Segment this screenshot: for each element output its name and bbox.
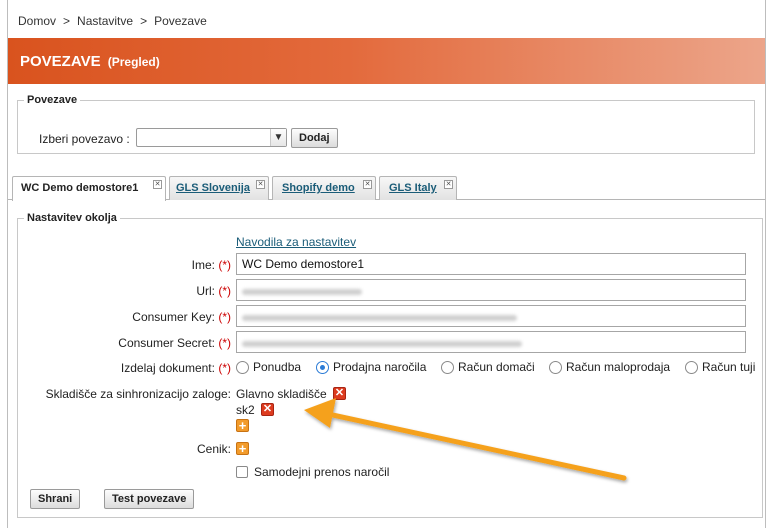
add-connection-panel: Povezave Izberi povezavo : ▼ Dodaj <box>17 94 755 154</box>
radio-label-prodajna-narocila: Prodajna naročila <box>333 360 427 374</box>
breadcrumb-separator: > <box>140 14 148 28</box>
required-marker: (*) <box>218 336 231 350</box>
required-marker: (*) <box>218 258 231 272</box>
document-label-text: Izdelaj dokument: <box>120 361 215 375</box>
auto-transfer-checkbox[interactable] <box>236 466 248 478</box>
radio-racun-tuji[interactable] <box>685 361 698 374</box>
radio-label-racun-domaci: Račun domači <box>458 360 535 374</box>
setup-instructions-link[interactable]: Navodila za nastavitev <box>236 235 356 249</box>
save-button[interactable]: Shrani <box>30 489 81 509</box>
tab-gls-italy[interactable]: GLS Italy ✕ <box>379 176 457 200</box>
name-input-value: WC Demo demostore1 <box>242 257 365 271</box>
radio-racun-domaci[interactable] <box>441 361 454 374</box>
warehouse-item: Glavno skladišče <box>236 387 327 401</box>
radio-label-racun-tuji: Račun tuji <box>702 360 756 374</box>
auto-transfer-label: Samodejni prenos naročil <box>254 465 390 479</box>
url-label-text: Url: <box>196 284 215 298</box>
radio-prodajna-narocila[interactable] <box>316 361 329 374</box>
page-title: POVEZAVE (Pregled) <box>20 53 160 70</box>
warehouse-item: sk2 <box>236 403 255 417</box>
document-label: Izdelaj dokument: (*) <box>121 361 231 375</box>
name-label: Ime: (*) <box>192 258 231 272</box>
tab-gls-slovenija[interactable]: GLS Slovenija ✕ <box>169 176 269 200</box>
page-title-text: POVEZAVE <box>20 53 101 70</box>
connection-tabs: WC Demo demostore1 ✕ GLS Slovenija ✕ Sho… <box>8 176 765 201</box>
add-icon[interactable]: + <box>236 442 249 455</box>
remove-icon[interactable]: ✕ <box>261 403 274 416</box>
consumer-secret-input[interactable] <box>236 331 746 353</box>
add-connection-button[interactable]: Dodaj <box>291 128 338 148</box>
name-input[interactable]: WC Demo demostore1 <box>236 253 746 275</box>
tab-label: GLS Italy <box>389 182 437 194</box>
test-connection-button[interactable]: Test povezave <box>104 489 195 509</box>
tab-label: WC Demo demostore1 <box>21 182 139 194</box>
tab-wc-demo-demostore1[interactable]: WC Demo demostore1 ✕ <box>12 176 166 201</box>
connection-select[interactable]: ▼ <box>136 128 287 147</box>
tab-label: Shopify demo <box>282 182 355 194</box>
consumer-key-input[interactable] <box>236 305 746 327</box>
radio-ponudba[interactable] <box>236 361 249 374</box>
name-label-text: Ime: <box>191 258 215 272</box>
consumer-key-label-text: Consumer Key: <box>132 310 215 324</box>
consumer-secret-label: Consumer Secret: (*) <box>118 336 231 350</box>
remove-icon[interactable]: ✕ <box>333 387 346 400</box>
breadcrumb-current: Povezave <box>154 14 207 28</box>
page-header: POVEZAVE (Pregled) <box>8 38 765 84</box>
warehouse-label: Skladišče za sinhronizacijo zaloge: <box>45 387 231 401</box>
close-icon[interactable]: ✕ <box>363 180 372 189</box>
breadcrumb-settings[interactable]: Nastavitve <box>77 14 133 28</box>
required-marker: (*) <box>218 310 231 324</box>
required-marker: (*) <box>218 361 231 375</box>
consumer-key-label: Consumer Key: (*) <box>132 310 231 324</box>
breadcrumb-separator: > <box>63 14 71 28</box>
chevron-down-icon[interactable]: ▼ <box>270 129 286 146</box>
redacted-value <box>242 289 362 296</box>
radio-label-ponudba: Ponudba <box>253 360 302 374</box>
tab-shopify-demo[interactable]: Shopify demo ✕ <box>272 176 376 200</box>
redacted-value <box>242 315 517 322</box>
pricelist-label: Cenik: <box>196 442 231 456</box>
add-icon[interactable]: + <box>236 419 249 432</box>
radio-racun-maloprodaja[interactable] <box>549 361 562 374</box>
close-icon[interactable]: ✕ <box>444 180 453 189</box>
redacted-value <box>242 341 522 348</box>
select-connection-label: Izberi povezavo : <box>39 132 130 146</box>
tab-label: GLS Slovenija <box>176 182 250 194</box>
url-input[interactable] <box>236 279 746 301</box>
add-connection-legend: Povezave <box>27 94 78 106</box>
breadcrumb: Domov > Nastavitve > Povezave <box>18 14 207 28</box>
page-subtitle: (Pregled) <box>107 55 160 69</box>
environment-settings-legend: Nastavitev okolja <box>27 212 117 224</box>
close-icon[interactable]: ✕ <box>256 180 265 189</box>
url-label: Url: (*) <box>196 284 231 298</box>
breadcrumb-home[interactable]: Domov <box>18 14 56 28</box>
radio-label-racun-maloprodaja: Račun maloprodaja <box>566 360 671 374</box>
required-marker: (*) <box>218 284 231 298</box>
close-icon[interactable]: ✕ <box>153 180 162 189</box>
consumer-secret-label-text: Consumer Secret: <box>118 336 215 350</box>
